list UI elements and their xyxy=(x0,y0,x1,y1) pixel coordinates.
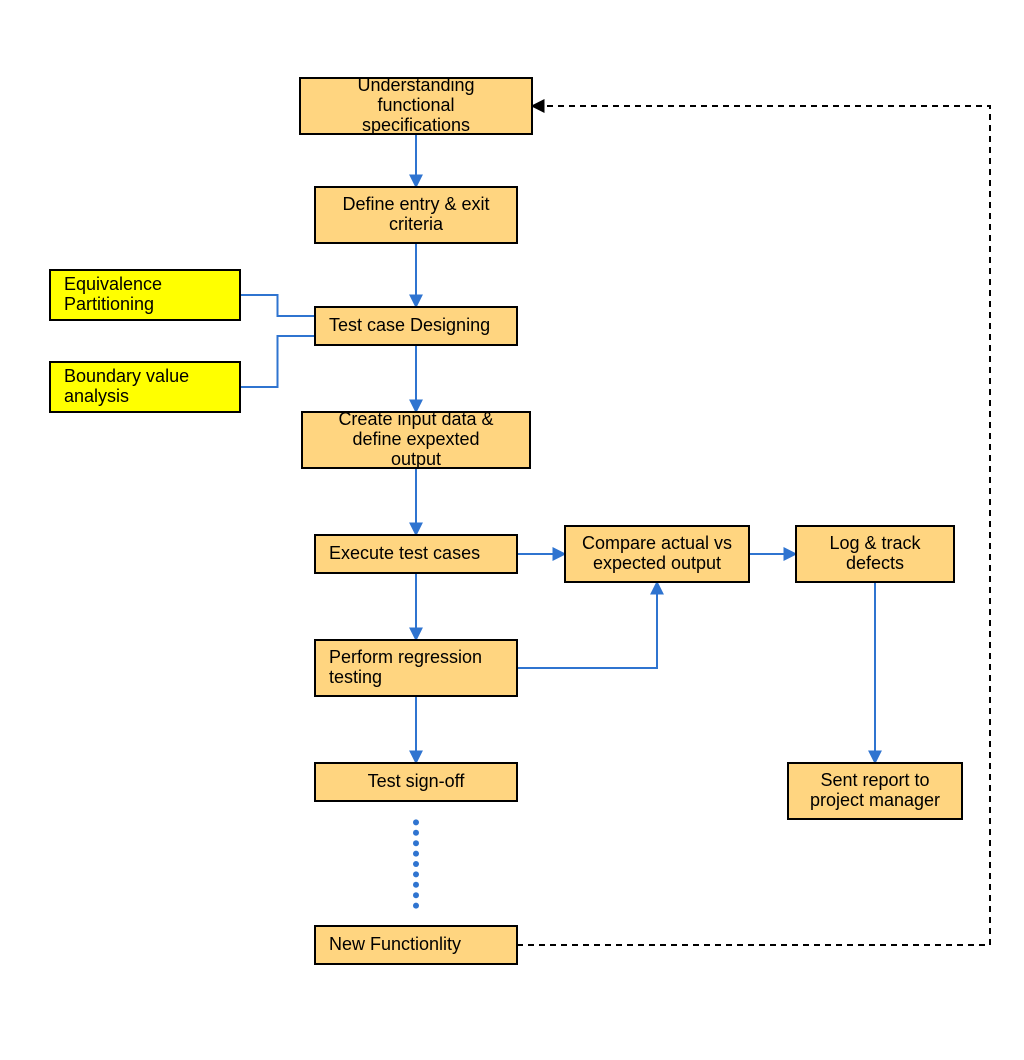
edge-signoff-to-newfunc-dots-dot xyxy=(413,903,419,909)
edge-signoff-to-newfunc-dots-dot xyxy=(413,882,419,888)
edge-signoff-to-newfunc-dots-dot xyxy=(413,861,419,867)
node-understanding: Understandingfunctionalspecifications xyxy=(300,75,532,135)
node-createInput: Create input data &define expextedoutput xyxy=(302,409,530,469)
node-signoff: Test sign-off xyxy=(315,763,517,801)
node-defineCriteria: Define entry & exitcriteria xyxy=(315,187,517,243)
edge-regression-to-compare xyxy=(517,582,657,668)
node-label-newFunc: New Functionlity xyxy=(329,934,461,954)
node-label-sentReport: Sent report toproject manager xyxy=(810,770,940,810)
node-boundary: Boundary valueanalysis xyxy=(50,362,240,412)
node-regression: Perform regressiontesting xyxy=(315,640,517,696)
node-label-execute: Execute test cases xyxy=(329,543,480,563)
node-eqPart: EquivalencePartitioning xyxy=(50,270,240,320)
edge-signoff-to-newfunc-dots-dot xyxy=(413,871,419,877)
node-label-compare: Compare actual vsexpected output xyxy=(582,533,732,573)
edge-signoff-to-newfunc-dots-dot xyxy=(413,830,419,836)
edge-signoff-to-newfunc-dots-dot xyxy=(413,851,419,857)
edge-signoff-to-newfunc-dots-dot xyxy=(413,819,419,825)
node-label-testCaseDesign: Test case Designing xyxy=(329,315,490,335)
node-label-eqPart: EquivalencePartitioning xyxy=(64,274,162,314)
node-logTrack: Log & trackdefects xyxy=(796,526,954,582)
node-newFunc: New Functionlity xyxy=(315,926,517,964)
flowchart-diagram: Understandingfunctionalspecifications Def… xyxy=(0,0,1024,1060)
node-sentReport: Sent report toproject manager xyxy=(788,763,962,819)
edge-signoff-to-newfunc-dots-dot xyxy=(413,840,419,846)
edge-boundary-to-design xyxy=(240,336,315,387)
edge-signoff-to-newfunc-dots-dot xyxy=(413,892,419,898)
node-testCaseDesign: Test case Designing xyxy=(315,307,517,345)
node-label-signoff: Test sign-off xyxy=(368,771,466,791)
node-compare: Compare actual vsexpected output xyxy=(565,526,749,582)
edge-eqpart-to-design xyxy=(240,295,315,316)
node-execute: Execute test cases xyxy=(315,535,517,573)
